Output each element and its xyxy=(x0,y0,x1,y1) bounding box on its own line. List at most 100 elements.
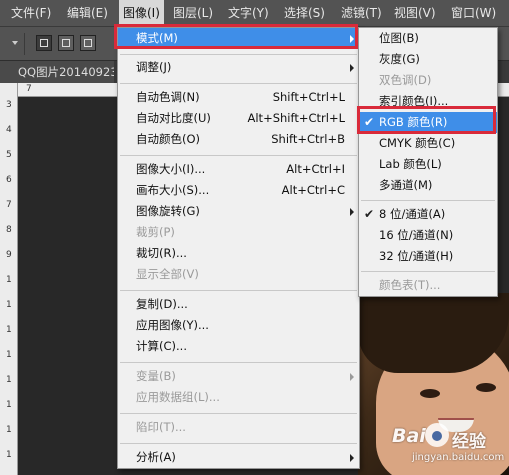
menu-item-apply-data-set[interactable]: 应用数据组(L)... xyxy=(118,387,359,408)
menu-edit[interactable]: 编辑(E) xyxy=(67,0,108,27)
menu-item-auto-color[interactable]: 自动颜色(O) Shift+Ctrl+B xyxy=(118,129,359,150)
ruler-label: 1 xyxy=(6,425,12,435)
watermark: Bai 经验 jingyan.baidu.com xyxy=(392,423,509,475)
menu-item-label: 画布大小(S)... xyxy=(136,183,210,197)
ruler-label: 1 xyxy=(6,375,12,385)
menu-view[interactable]: 视图(V) xyxy=(394,0,436,27)
menu-item-analysis[interactable]: 分析(A) xyxy=(118,447,359,468)
image-menu: 模式(M) 调整(J) 自动色调(N) Shift+Ctrl+L 自动对比度(U)… xyxy=(117,27,360,469)
mode-item-rgb-color[interactable]: ✔ RGB 颜色(R) xyxy=(359,112,497,133)
mode-item-grayscale[interactable]: 灰度(G) xyxy=(359,49,497,70)
ruler-label: 4 xyxy=(6,125,12,135)
menu-item-label: 多通道(M) xyxy=(379,178,433,192)
divider xyxy=(24,33,25,55)
checkmark-icon: ✔ xyxy=(364,207,375,221)
arrow-right-icon xyxy=(350,208,354,216)
menu-file[interactable]: 文件(F) xyxy=(11,0,51,27)
menu-select[interactable]: 选择(S) xyxy=(284,0,325,27)
menu-item-image-size[interactable]: 图像大小(I)... Alt+Ctrl+I xyxy=(118,159,359,180)
menu-item-label: 自动对比度(U) xyxy=(136,111,211,125)
menu-item-mode[interactable]: 模式(M) xyxy=(118,28,359,49)
menu-item-variables[interactable]: 变量(B) xyxy=(118,366,359,387)
arrow-right-icon xyxy=(350,373,354,381)
menu-item-label: 裁切(R)... xyxy=(136,246,187,260)
divider xyxy=(120,443,357,444)
add-to-selection-button[interactable] xyxy=(58,35,74,51)
new-selection-icon xyxy=(40,39,48,47)
ruler-label: 1 xyxy=(6,450,12,460)
mode-item-cmyk-color[interactable]: CMYK 颜色(C) xyxy=(359,133,497,154)
menu-type[interactable]: 文字(Y) xyxy=(228,0,269,27)
menu-item-label: 陷印(T)... xyxy=(136,420,186,434)
document-tab[interactable]: QQ图片20140923 xyxy=(0,61,114,83)
ruler-label: 1 xyxy=(6,300,12,310)
menu-item-label: 计算(C)... xyxy=(136,339,187,353)
menu-item-auto-contrast[interactable]: 自动对比度(U) Alt+Shift+Ctrl+L xyxy=(118,108,359,129)
menu-item-label: 8 位/通道(A) xyxy=(379,207,446,221)
menu-item-label: 16 位/通道(N) xyxy=(379,228,454,242)
mode-item-color-table[interactable]: 颜色表(T)... xyxy=(359,275,497,296)
menu-item-shortcut: Shift+Ctrl+B xyxy=(271,132,345,146)
menu-item-reveal-all[interactable]: 显示全部(V) xyxy=(118,264,359,285)
divider xyxy=(120,155,357,156)
vertical-ruler: 3 4 5 6 7 8 9 1 1 1 1 1 1 1 1 xyxy=(0,83,18,475)
tool-preset-dropdown-icon[interactable] xyxy=(12,41,18,45)
mode-item-indexed-color[interactable]: 索引颜色(I)... xyxy=(359,91,497,112)
ruler-label: 5 xyxy=(6,150,12,160)
menu-item-image-rotation[interactable]: 图像旋转(G) xyxy=(118,201,359,222)
menu-item-trim[interactable]: 裁切(R)... xyxy=(118,243,359,264)
menu-item-label: CMYK 颜色(C) xyxy=(379,136,456,150)
menu-layer[interactable]: 图层(L) xyxy=(173,0,213,27)
subtract-selection-button[interactable] xyxy=(80,35,96,51)
menu-item-trap[interactable]: 陷印(T)... xyxy=(118,417,359,438)
menu-item-label: 图像旋转(G) xyxy=(136,204,200,218)
paw-icon xyxy=(425,423,449,447)
mode-item-duotone[interactable]: 双色调(D) xyxy=(359,70,497,91)
arrow-right-icon xyxy=(350,35,354,43)
ruler-label: 6 xyxy=(6,175,12,185)
menu-item-auto-tone[interactable]: 自动色调(N) Shift+Ctrl+L xyxy=(118,87,359,108)
divider xyxy=(120,413,357,414)
menu-item-calculations[interactable]: 计算(C)... xyxy=(118,336,359,357)
menu-item-label: 图像大小(I)... xyxy=(136,162,206,176)
menu-item-apply-image[interactable]: 应用图像(Y)... xyxy=(118,315,359,336)
menu-filter[interactable]: 滤镜(T) xyxy=(341,0,382,27)
menu-item-shortcut: Shift+Ctrl+L xyxy=(272,90,345,104)
menu-item-label: 自动颜色(O) xyxy=(136,132,201,146)
menu-item-label: 分析(A) xyxy=(136,450,176,464)
menu-item-shortcut: Alt+Ctrl+I xyxy=(286,162,345,176)
photo-eye xyxy=(420,389,440,398)
mode-item-8-bit[interactable]: ✔ 8 位/通道(A) xyxy=(359,204,497,225)
menu-item-label: 灰度(G) xyxy=(379,52,420,66)
menu-item-label: 颜色表(T)... xyxy=(379,278,441,292)
menu-item-crop[interactable]: 裁剪(P) xyxy=(118,222,359,243)
menu-item-duplicate[interactable]: 复制(D)... xyxy=(118,294,359,315)
divider xyxy=(120,290,357,291)
menu-item-label: 变量(B) xyxy=(136,369,176,383)
new-selection-button[interactable] xyxy=(36,35,52,51)
ruler-label: 1 xyxy=(6,325,12,335)
ruler-label: 7 xyxy=(26,84,32,94)
divider xyxy=(361,200,495,201)
menu-item-label: 应用图像(Y)... xyxy=(136,318,209,332)
menu-item-adjustments[interactable]: 调整(J) xyxy=(118,57,359,78)
mode-item-32-bit[interactable]: 32 位/通道(H) xyxy=(359,246,497,267)
divider xyxy=(120,83,357,84)
menu-window[interactable]: 窗口(W) xyxy=(451,0,496,27)
mode-item-bitmap[interactable]: 位图(B) xyxy=(359,28,497,49)
menu-item-label: 双色调(D) xyxy=(379,73,432,87)
ruler-label: 7 xyxy=(6,200,12,210)
mode-item-16-bit[interactable]: 16 位/通道(N) xyxy=(359,225,497,246)
watermark-logo-text: Bai xyxy=(392,425,426,447)
menu-item-label: Lab 颜色(L) xyxy=(379,157,442,171)
menubar: 文件(F) 编辑(E) 图像(I) 图层(L) 文字(Y) 选择(S) 滤镜(T… xyxy=(0,0,509,27)
menu-image[interactable]: 图像(I) xyxy=(119,0,164,27)
divider xyxy=(120,54,357,55)
menu-item-label: 应用数据组(L)... xyxy=(136,390,220,404)
menu-item-label: RGB 颜色(R) xyxy=(379,115,448,129)
menu-item-canvas-size[interactable]: 画布大小(S)... Alt+Ctrl+C xyxy=(118,180,359,201)
mode-item-multichannel[interactable]: 多通道(M) xyxy=(359,175,497,196)
mode-submenu: 位图(B) 灰度(G) 双色调(D) 索引颜色(I)... ✔ RGB 颜色(R)… xyxy=(358,27,498,297)
mode-item-lab-color[interactable]: Lab 颜色(L) xyxy=(359,154,497,175)
arrow-right-icon xyxy=(350,454,354,462)
